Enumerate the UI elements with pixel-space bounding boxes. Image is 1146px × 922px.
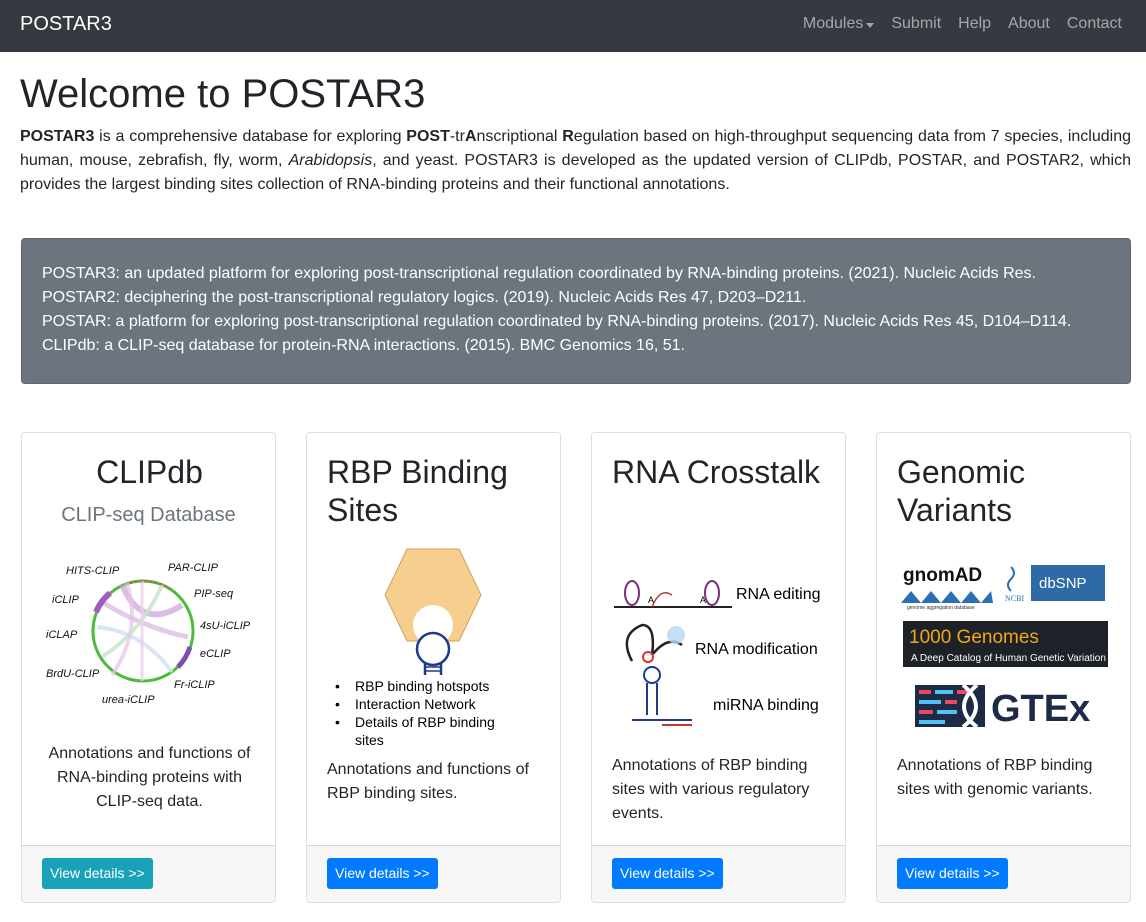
publication-item[interactable]: POSTAR3: an updated platform for explori… [42,262,1110,286]
genomic-variants-logos: gnomAD genome aggregation database NCBI … [901,565,1108,730]
card-subtitle: CLIP-seq Database [61,504,236,526]
bullet-item: • RBP binding hotspots [335,678,490,694]
bullet-item: • Details of RBP binding sites [335,713,515,749]
view-details-button[interactable]: View details >> [42,858,153,889]
intro-arabidopsis: Arabidopsis [288,152,373,169]
publications-box: POSTAR3: an updated platform for explori… [21,238,1131,384]
card-description: Annotations of RBP binding sites with ge… [897,757,1093,798]
intro-post: POST [406,128,450,145]
bullet-text: Details of RBP binding sites [355,714,495,748]
card-footer: View details >> [307,845,560,902]
fig-label: RNA modification [695,641,818,658]
fig-label: PIP-seq [194,588,234,600]
gnomad-subtitle: genome aggregation database [907,605,975,611]
gtex-text: GTEx [991,688,1090,730]
clipdb-circos-figure: HITS-CLIP PAR-CLIP iCLIP PIP-seq iCLAP 4… [46,562,251,706]
card-footer: View details >> [22,845,275,902]
card-footer: View details >> [592,845,845,902]
1000-genomes-logo: 1000 Genomes A Deep Catalog of Human Gen… [903,621,1108,667]
gnomad-logo: gnomAD genome aggregation database [901,565,993,611]
navbar-menu: Modules Submit Help About Contact [786,14,1122,34]
page-title: Welcome to POSTAR3 [20,72,426,116]
card-description: Annotations and functions of RNA-binding… [48,745,251,810]
fig-label: HITS-CLIP [66,565,120,577]
nav-modules-label: Modules [802,15,864,32]
kg-title: 1000 Genomes [909,627,1039,648]
gtex-logo: GTEx [915,683,1090,730]
fig-label: iCLAP [46,629,78,641]
card-title: RBP Binding Sites [327,454,508,528]
fig-label: BrdU-CLIP [46,668,100,680]
intro-paragraph: POSTAR3 is a comprehensive database for … [20,125,1131,197]
fig-label: 4sU-iCLIP [200,620,251,632]
intro-text: -tr [449,128,465,145]
dbsnp-logo: NCBI dbSNP [1005,565,1105,603]
nav-about[interactable]: About [1008,14,1050,34]
publication-item[interactable]: POSTAR: a platform for exploring post-tr… [42,310,1110,334]
kg-subtitle: A Deep Catalog of Human Genetic Variatio… [911,653,1106,664]
card-rbp-binding-sites: RBP Binding Sites • RBP binding hotspots … [306,432,561,903]
dbsnp-text: dbSNP [1039,575,1087,592]
nav-contact[interactable]: Contact [1067,14,1122,34]
view-details-button[interactable]: View details >> [327,858,438,889]
fig-label: RNA editing [736,586,821,603]
nav-modules-dropdown[interactable]: Modules [802,14,875,34]
bullet-text: Interaction Network [355,696,476,712]
rna-crosstalk-figure: A A RNA editing RNA modification miRNA b… [614,580,821,726]
card-clipdb: CLIPdb CLIP-seq Database HITS-CLIP PAR-C… [21,432,276,903]
bullet-item: • Interaction Network [335,696,476,712]
card-title: CLIPdb [96,454,203,490]
nav-submit[interactable]: Submit [891,14,941,34]
view-details-button[interactable]: View details >> [897,858,1008,889]
card-description: Annotations and functions of RBP binding… [327,761,529,802]
card-genomic-variants: Genomic Variants gnomAD genome aggregati… [876,432,1131,903]
publication-item[interactable]: POSTAR2: deciphering the post-transcript… [42,286,1110,310]
navbar-brand[interactable]: POSTAR3 [20,12,112,36]
intro-text: is a comprehensive database for explorin… [94,128,407,145]
card-rna-crosstalk: RNA Crosstalk A A RNA editing RNA modifi… [591,432,846,903]
intro-r: R [562,128,574,145]
rbp-protein-figure [384,548,482,675]
figure-bullets: • RBP binding hotspots • Interaction Netwo… [335,677,515,749]
fig-label: PAR-CLIP [168,562,219,574]
ncbi-text: NCBI [1005,594,1024,603]
fig-label: eCLIP [200,648,231,660]
card-title: Genomic Variants [897,454,1026,528]
fig-label: Fr-iCLIP [174,679,215,691]
intro-text: nscriptional [476,128,563,145]
publication-item[interactable]: CLIPdb: a CLIP-seq database for protein-… [42,334,1110,358]
svg-text:A: A [700,595,706,605]
svg-text:A: A [648,595,654,605]
bullet-text: RBP binding hotspots [355,678,490,694]
fig-label: urea-iCLIP [102,694,155,706]
card-footer: View details >> [877,845,1130,902]
card-title: RNA Crosstalk [612,454,821,490]
fig-label: miRNA binding [713,697,819,714]
caret-down-icon [866,22,875,28]
intro-name: POSTAR3 [20,128,95,145]
view-details-button[interactable]: View details >> [612,858,723,889]
navbar: POSTAR3 Modules Submit Help About Contac… [0,0,1146,52]
nav-help[interactable]: Help [958,14,991,34]
gnomad-text: gnomAD [903,565,982,586]
intro-a: A [464,128,477,145]
card-description: Annotations of RBP binding sites with va… [612,757,810,822]
fig-label: iCLIP [52,594,80,606]
